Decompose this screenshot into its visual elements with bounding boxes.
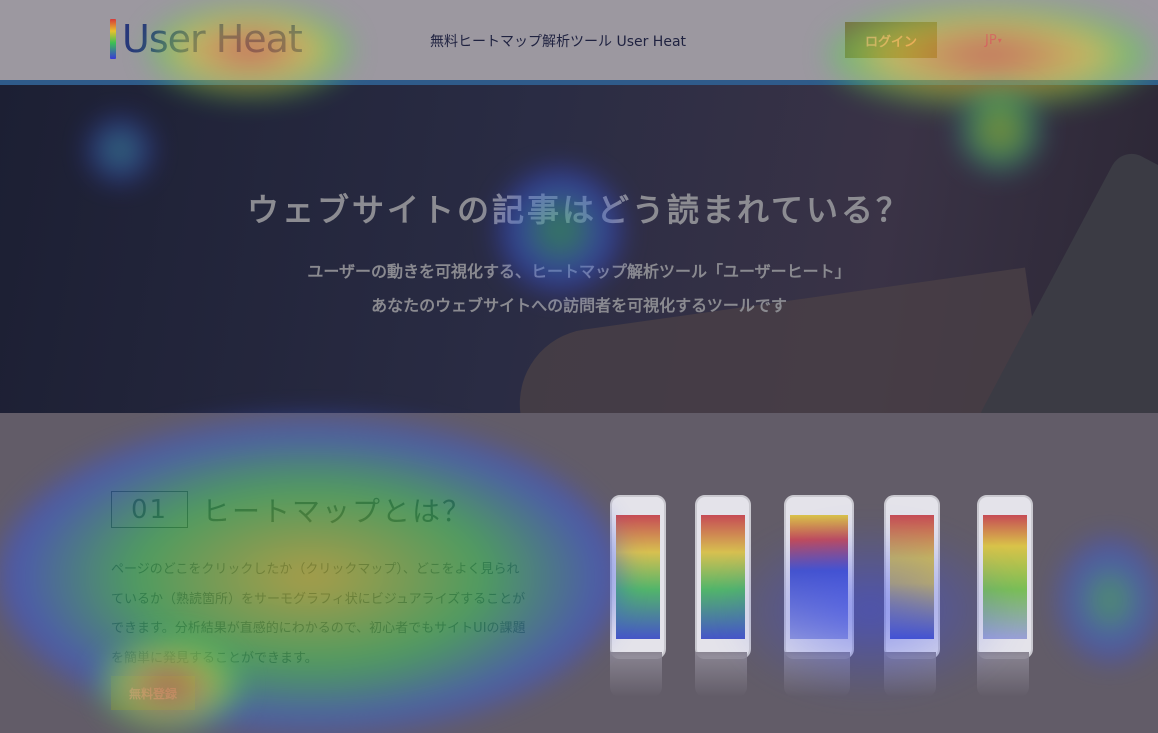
language-selector[interactable]: JP ▾	[985, 33, 1002, 48]
heatmap-screen	[701, 515, 745, 639]
description-line: を簡単に発見することができます。	[111, 650, 318, 666]
phone-mockup	[884, 495, 940, 659]
section-number: 01	[111, 491, 188, 528]
hero-title: ウェブサイトの記事はどう読まれている？	[246, 191, 912, 229]
hero-banner: ウェブサイトの記事はどう読まれている？ ユーザーの動きを可視化する、ヒートマップ…	[0, 85, 1158, 413]
heatmap-screen	[890, 515, 934, 639]
description-line: ているか（熟読箇所）をサーモグラフィ状にビジュアライズすることが	[111, 591, 526, 607]
hero-subtitle-line1: ユーザーの動きを可視化する、ヒートマップ解析ツール「ユーザーヒート」	[307, 262, 851, 281]
phone-reflection	[784, 652, 850, 697]
language-label: JP	[985, 33, 997, 48]
hero-background-hand	[510, 267, 1046, 413]
phone-mockup	[784, 495, 854, 659]
heatmap-screen	[983, 515, 1027, 639]
chevron-down-icon: ▾	[997, 36, 1002, 45]
section-title: ヒートマップとは？	[202, 495, 473, 528]
phone-mockup	[977, 495, 1033, 659]
description-line: できます。分析結果が直感的にわかるので、初心者でもサイトUIの課題	[111, 621, 526, 636]
phone-reflection	[977, 652, 1029, 697]
hero-subtitle-line2: あなたのウェブサイトへの訪問者を可視化するツールです	[371, 296, 787, 315]
heatmap-screen	[616, 515, 660, 639]
phone-reflection	[695, 652, 747, 697]
login-button[interactable]: ログイン	[845, 22, 937, 58]
header-tagline: 無料ヒートマップ解析ツール User Heat	[430, 34, 687, 50]
phone-reflection	[884, 652, 936, 697]
logo-mark-icon	[110, 19, 116, 59]
free-signup-button[interactable]: 無料登録	[111, 676, 195, 710]
description-line: ページのどこをクリックしたか（クリックマップ）、どこをよく見られ	[111, 562, 520, 577]
heatmap-screen	[790, 515, 848, 639]
phone-reflection	[610, 652, 662, 697]
phone-mockup	[610, 495, 666, 659]
site-logo[interactable]: User Heat	[110, 17, 303, 61]
logo-text: User Heat	[122, 17, 303, 61]
phone-mockup	[695, 495, 751, 659]
section-description: ページのどこをクリックしたか（クリックマップ）、どこをよく見られ ているか（熟読…	[111, 555, 566, 673]
